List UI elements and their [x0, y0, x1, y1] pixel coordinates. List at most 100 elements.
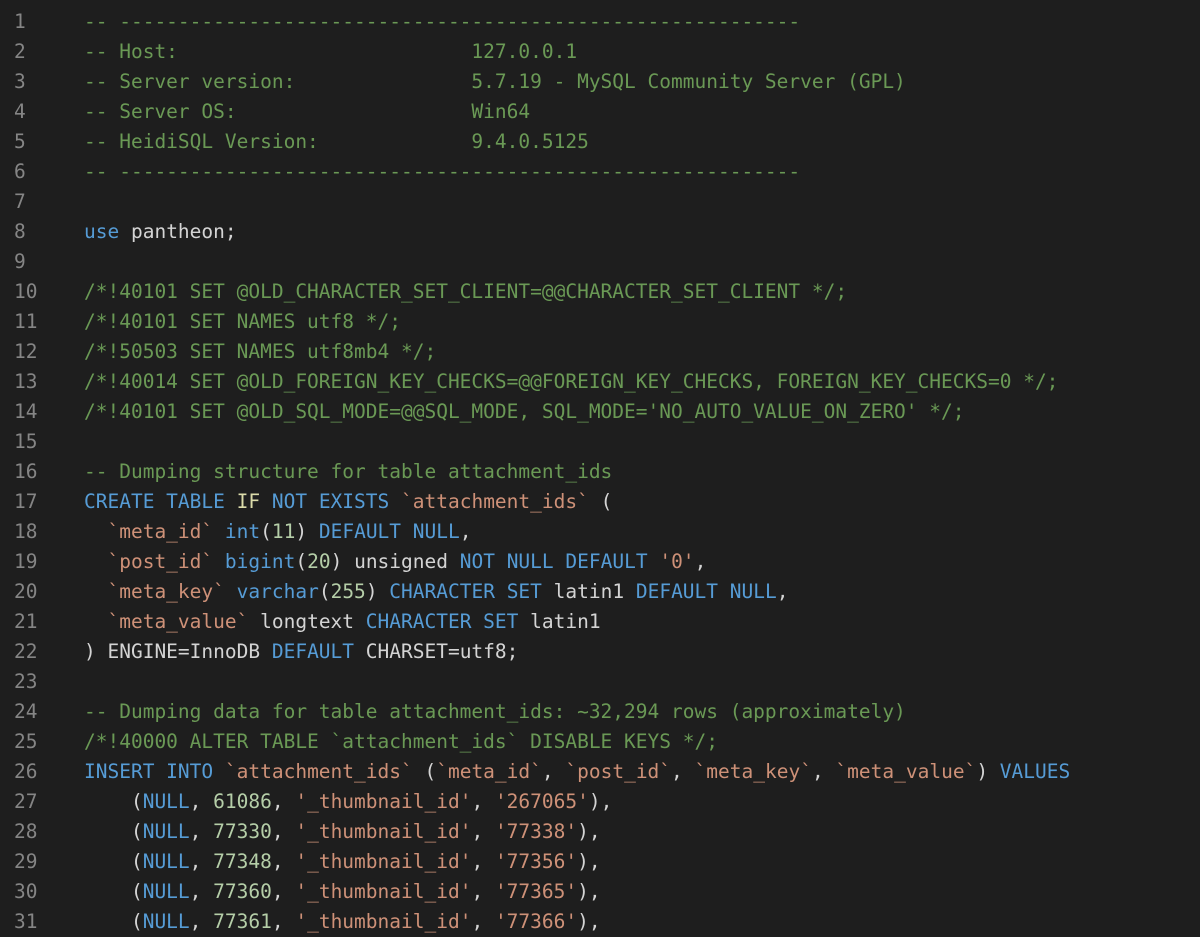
code-token: , — [471, 910, 495, 933]
code-line[interactable]: 28 (NULL, 77330, '_thumbnail_id', '77338… — [0, 817, 1200, 847]
code-editor[interactable]: 1 -- ------------------------------------… — [0, 0, 1200, 937]
code-token: ( — [84, 910, 143, 933]
code-line[interactable]: 23 — [0, 667, 1200, 697]
line-number: 10 — [14, 280, 38, 303]
code-token: NULL — [142, 820, 190, 843]
code-line[interactable]: 26 INSERT INTO `attachment_ids` (`meta_id… — [0, 757, 1200, 787]
line-text[interactable]: `meta_key` varchar(255) CHARACTER SET la… — [84, 577, 1200, 607]
code-line[interactable]: 31 (NULL, 77361, '_thumbnail_id', '77366… — [0, 907, 1200, 937]
code-line[interactable]: 15 — [0, 427, 1200, 457]
line-text[interactable]: (NULL, 61086, '_thumbnail_id', '267065')… — [84, 787, 1200, 817]
code-token: bigint — [224, 550, 296, 573]
code-line[interactable]: 3 -- Server version: 5.7.19 - MySQL Commu… — [0, 67, 1200, 97]
line-text[interactable]: INSERT INTO `attachment_ids` (`meta_id`,… — [84, 757, 1200, 787]
code-line[interactable]: 25 /*!40000 ALTER TABLE `attachment_ids` … — [0, 727, 1200, 757]
code-line[interactable]: 10 /*!40101 SET @OLD_CHARACTER_SET_CLIENT… — [0, 277, 1200, 307]
line-number: 7 — [14, 190, 26, 213]
line-text[interactable]: use pantheon; — [84, 217, 1200, 247]
code-token: -- -------------------------------------… — [84, 160, 801, 183]
code-line[interactable]: 2 -- Host: 127.0.0.1 — [0, 37, 1200, 67]
line-number: 4 — [14, 100, 26, 123]
code-line[interactable]: 5 -- HeidiSQL Version: 9.4.0.5125 — [0, 127, 1200, 157]
code-token: DEFAULT NULL — [635, 580, 777, 603]
code-token: '77366' — [494, 910, 578, 933]
line-text[interactable]: -- HeidiSQL Version: 9.4.0.5125 — [84, 127, 1200, 157]
line-text[interactable]: (NULL, 77348, '_thumbnail_id', '77356'), — [84, 847, 1200, 877]
code-token: use — [84, 220, 120, 243]
code-line[interactable]: 24 -- Dumping data for table attachment_i… — [0, 697, 1200, 727]
code-line[interactable]: 16 -- Dumping structure for table attachm… — [0, 457, 1200, 487]
code-token: , — [271, 820, 296, 843]
line-text[interactable] — [84, 667, 1200, 697]
line-text[interactable]: -- Dumping data for table attachment_ids… — [84, 697, 1200, 727]
code-token: /*!40014 SET @OLD_FOREIGN_KEY_CHECKS=@@F… — [84, 370, 1059, 393]
code-line[interactable]: 30 (NULL, 77360, '_thumbnail_id', '77365… — [0, 877, 1200, 907]
code-line[interactable]: 18 `meta_id` int(11) DEFAULT NULL, — [0, 517, 1200, 547]
code-line[interactable]: 7 — [0, 187, 1200, 217]
code-token: ( — [84, 880, 143, 903]
line-text[interactable]: /*!40101 SET @OLD_CHARACTER_SET_CLIENT=@… — [84, 277, 1200, 307]
line-number: 26 — [14, 760, 38, 783]
code-line[interactable]: 9 — [0, 247, 1200, 277]
line-text[interactable]: -- Server version: 5.7.19 - MySQL Commun… — [84, 67, 1200, 97]
line-text[interactable]: /*!40101 SET NAMES utf8 */; — [84, 307, 1200, 337]
line-text[interactable]: (NULL, 77330, '_thumbnail_id', '77338'), — [84, 817, 1200, 847]
code-line[interactable]: 13 /*!40014 SET @OLD_FOREIGN_KEY_CHECKS=@… — [0, 367, 1200, 397]
code-token: varchar — [236, 580, 319, 603]
code-line[interactable]: 11 /*!40101 SET NAMES utf8 */; — [0, 307, 1200, 337]
line-text[interactable]: CREATE TABLE IF NOT EXISTS `attachment_i… — [84, 487, 1200, 517]
line-text[interactable]: /*!40014 SET @OLD_FOREIGN_KEY_CHECKS=@@F… — [84, 367, 1200, 397]
code-line[interactable]: 19 `post_id` bigint(20) unsigned NOT NUL… — [0, 547, 1200, 577]
code-line[interactable]: 17 CREATE TABLE IF NOT EXISTS `attachment… — [0, 487, 1200, 517]
line-text[interactable] — [84, 427, 1200, 457]
code-token: `meta_id` — [107, 520, 214, 543]
line-text[interactable]: `post_id` bigint(20) unsigned NOT NULL D… — [84, 547, 1200, 577]
line-text[interactable]: /*!40000 ALTER TABLE `attachment_ids` DI… — [84, 727, 1200, 757]
line-number: 6 — [14, 160, 26, 183]
line-text[interactable]: `meta_id` int(11) DEFAULT NULL, — [84, 517, 1200, 547]
code-line[interactable]: 20 `meta_key` varchar(255) CHARACTER SET… — [0, 577, 1200, 607]
code-token: ( — [84, 850, 143, 873]
line-text[interactable]: (NULL, 77361, '_thumbnail_id', '77366'), — [84, 907, 1200, 937]
line-text[interactable]: -- Host: 127.0.0.1 — [84, 37, 1200, 67]
code-line[interactable]: 29 (NULL, 77348, '_thumbnail_id', '77356… — [0, 847, 1200, 877]
code-line[interactable]: 6 -- ------------------------------------… — [0, 157, 1200, 187]
line-text[interactable] — [84, 187, 1200, 217]
line-text[interactable]: -- -------------------------------------… — [84, 7, 1200, 37]
line-text[interactable]: -- Server OS: Win64 — [84, 97, 1200, 127]
code-token: -- Host: 127.0.0.1 — [84, 40, 578, 63]
code-line[interactable]: 27 (NULL, 61086, '_thumbnail_id', '26706… — [0, 787, 1200, 817]
line-text[interactable]: -- -------------------------------------… — [84, 157, 1200, 187]
code-line[interactable]: 1 -- ------------------------------------… — [0, 7, 1200, 37]
line-number: 2 — [14, 40, 26, 63]
code-line[interactable]: 14 /*!40101 SET @OLD_SQL_MODE=@@SQL_MODE,… — [0, 397, 1200, 427]
code-token: , — [471, 790, 495, 813]
line-text[interactable]: `meta_value` longtext CHARACTER SET lati… — [84, 607, 1200, 637]
code-line[interactable]: 12 /*!50503 SET NAMES utf8mb4 */; — [0, 337, 1200, 367]
line-text[interactable]: /*!40101 SET @OLD_SQL_MODE=@@SQL_MODE, S… — [84, 397, 1200, 427]
code-token: , — [189, 910, 214, 933]
line-number: 18 — [14, 520, 38, 543]
code-token: pantheon; — [119, 220, 237, 243]
line-text[interactable]: ) ENGINE=InnoDB DEFAULT CHARSET=utf8; — [84, 637, 1200, 667]
code-line[interactable]: 4 -- Server OS: Win64 — [0, 97, 1200, 127]
code-token: 77361 — [213, 910, 272, 933]
line-number: 20 — [14, 580, 38, 603]
line-text[interactable]: -- Dumping structure for table attachmen… — [84, 457, 1200, 487]
code-token: ) ENGINE=InnoDB — [84, 640, 272, 663]
line-text[interactable] — [84, 247, 1200, 277]
code-token: , — [541, 760, 566, 783]
line-text[interactable]: /*!50503 SET NAMES utf8mb4 */; — [84, 337, 1200, 367]
code-token: ) — [976, 760, 1000, 783]
code-token: 61086 — [213, 790, 272, 813]
line-text[interactable]: (NULL, 77360, '_thumbnail_id', '77365'), — [84, 877, 1200, 907]
code-token: , — [471, 880, 495, 903]
code-lines[interactable]: 1 -- ------------------------------------… — [0, 7, 1200, 937]
code-line[interactable]: 21 `meta_value` longtext CHARACTER SET l… — [0, 607, 1200, 637]
code-token: , — [271, 880, 296, 903]
code-line[interactable]: 8 use pantheon; — [0, 217, 1200, 247]
code-line[interactable]: 22) ENGINE=InnoDB DEFAULT CHARSET=utf8; — [0, 637, 1200, 667]
